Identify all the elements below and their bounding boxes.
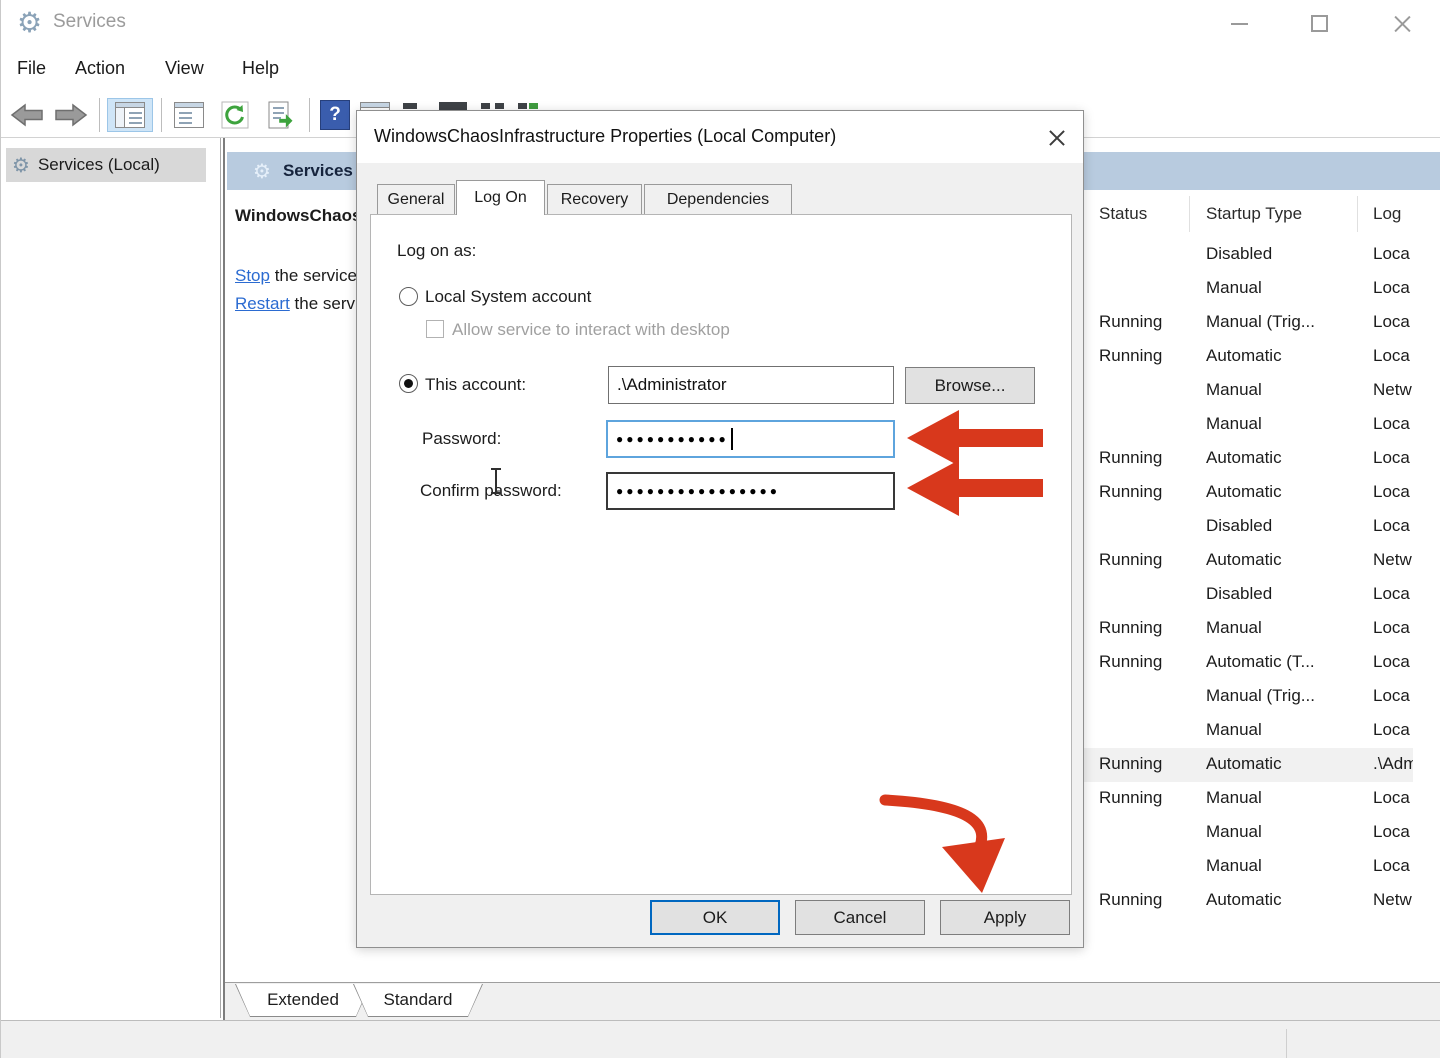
close-button[interactable] xyxy=(1385,10,1419,38)
services-app-icon: ⚙ xyxy=(17,6,42,39)
cancel-button[interactable]: Cancel xyxy=(795,900,925,935)
apply-button[interactable]: Apply xyxy=(940,900,1070,935)
tab-log-on[interactable]: Log On xyxy=(456,180,545,215)
stop-service-link[interactable]: Stop xyxy=(235,266,270,285)
tab-general[interactable]: General xyxy=(377,184,455,215)
tab-dependencies[interactable]: Dependencies xyxy=(644,184,792,215)
stop-service-line: Stop the service xyxy=(235,266,357,286)
radio-this-account-label[interactable]: This account: xyxy=(425,375,526,395)
forward-icon[interactable] xyxy=(51,98,91,132)
hidden-toolbar-icon xyxy=(481,103,490,109)
text-cursor xyxy=(489,468,503,494)
account-input[interactable]: .\Administrator xyxy=(608,366,894,404)
services-header-gear-icon: ⚙ xyxy=(253,159,271,184)
menu-file[interactable]: File xyxy=(17,58,46,79)
hidden-toolbar-icon xyxy=(495,103,504,109)
checkbox-interact-desktop[interactable] xyxy=(426,320,444,338)
tab-recovery[interactable]: Recovery xyxy=(547,184,642,215)
menu-help[interactable]: Help xyxy=(242,58,279,79)
help-icon[interactable]: ? xyxy=(315,98,355,132)
menu-view[interactable]: View xyxy=(165,58,204,79)
sidebar-item-services-local[interactable]: ⚙ Services (Local) xyxy=(6,148,206,182)
maximize-button[interactable] xyxy=(1303,10,1337,38)
text-caret xyxy=(731,428,733,450)
radio-this-account[interactable] xyxy=(399,374,418,393)
dialog-title-bar: WindowsChaosInfrastructure Properties (L… xyxy=(357,111,1083,163)
column-header-startup[interactable]: Startup Type xyxy=(1206,204,1302,224)
log-on-tab-page xyxy=(370,214,1072,895)
properties-dialog: WindowsChaosInfrastructure Properties (L… xyxy=(356,110,1084,948)
services-node-icon: ⚙ xyxy=(12,153,30,178)
tab-extended[interactable]: Extended xyxy=(235,984,371,1017)
dialog-close-button[interactable] xyxy=(1043,125,1071,151)
hidden-toolbar-icon xyxy=(529,103,538,109)
export-list-icon[interactable] xyxy=(261,98,301,132)
menu-action[interactable]: Action xyxy=(75,58,125,79)
view-tabstrip: Extended Standard xyxy=(225,982,1440,1020)
window-title: Services xyxy=(53,11,126,33)
refresh-icon[interactable] xyxy=(215,98,255,132)
password-input[interactable]: ●●●●●●●●●●● xyxy=(606,420,895,458)
maximize-icon xyxy=(1311,15,1328,32)
status-bar xyxy=(1,1020,1440,1058)
confirm-password-input[interactable]: ●●●●●●●●●●●●●●●● xyxy=(606,472,895,510)
column-header-status[interactable]: Status xyxy=(1099,204,1147,224)
column-header-log[interactable]: Log xyxy=(1373,204,1401,224)
radio-local-system[interactable] xyxy=(399,287,418,306)
tab-standard[interactable]: Standard xyxy=(353,984,483,1017)
menu-bar: File Action View Help xyxy=(1,48,1440,92)
services-window: ⚙ Services File Action View Help xyxy=(0,0,1440,1058)
title-bar: ⚙ Services xyxy=(1,0,1440,48)
properties-icon[interactable] xyxy=(169,98,209,132)
hidden-toolbar-icon xyxy=(439,102,467,110)
back-icon[interactable] xyxy=(7,98,47,132)
dialog-title: WindowsChaosInfrastructure Properties (L… xyxy=(374,126,836,147)
minimize-button[interactable] xyxy=(1223,10,1257,38)
restart-service-link[interactable]: Restart xyxy=(235,294,290,313)
log-on-as-label: Log on as: xyxy=(397,241,476,261)
hidden-toolbar-icon xyxy=(518,103,527,109)
show-console-tree-icon[interactable] xyxy=(107,98,153,132)
browse-button[interactable]: Browse... xyxy=(905,367,1035,404)
password-label: Password: xyxy=(422,429,501,449)
radio-local-system-label[interactable]: Local System account xyxy=(425,287,591,307)
checkbox-interact-label: Allow service to interact with desktop xyxy=(452,320,730,340)
console-tree-panel: ⚙ Services (Local) xyxy=(1,138,221,1018)
minimize-icon xyxy=(1231,23,1248,25)
ok-button[interactable]: OK xyxy=(650,900,780,935)
hidden-toolbar-icon xyxy=(403,103,417,109)
